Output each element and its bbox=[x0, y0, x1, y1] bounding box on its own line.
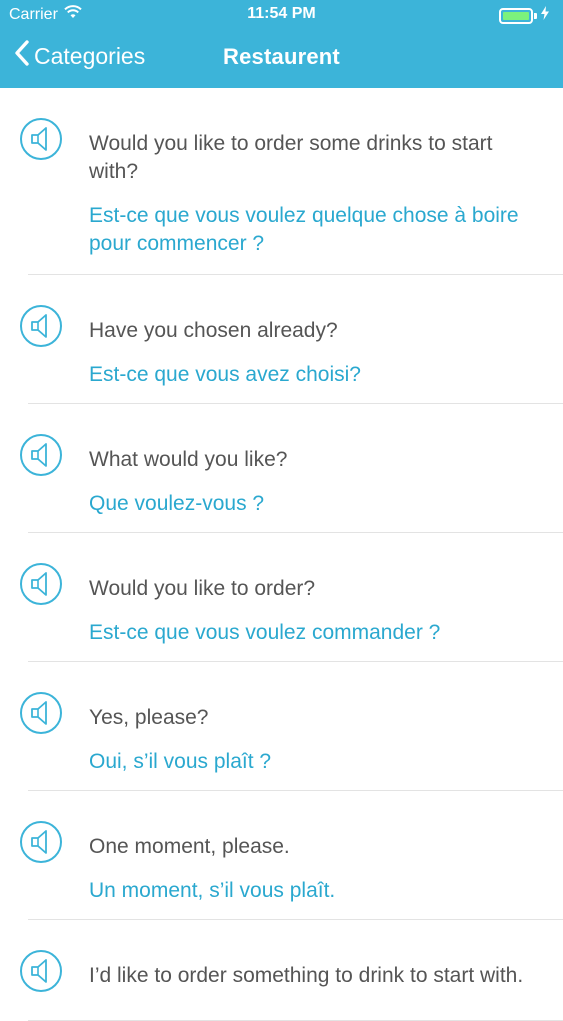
french-phrase: Est-ce que vous voulez commander ? bbox=[89, 621, 441, 644]
english-phrase: Would you like to order some drinks to s… bbox=[89, 132, 493, 183]
english-phrase: Have you chosen already? bbox=[89, 319, 338, 342]
english-phrase: What would you like? bbox=[89, 448, 288, 471]
phrase-content: Would you like to order? Est-ce que vous … bbox=[28, 575, 543, 647]
english-phrase: I’d like to order something to drink to … bbox=[89, 964, 524, 987]
french-phrase: Est-ce que vous voulez quelque chose à b… bbox=[89, 204, 519, 255]
page-title: Restaurent bbox=[223, 44, 340, 69]
english-phrase: Yes, please? bbox=[89, 706, 209, 729]
phrase-content: One moment, please. Un moment, s’il vous … bbox=[28, 833, 543, 905]
french-phrase: Oui, s’il vous plaît ? bbox=[89, 750, 272, 773]
phrase-content: Would you like to order some drinks to s… bbox=[28, 130, 543, 258]
phrase-row[interactable]: What would you like? Que voulez-vous ? bbox=[20, 404, 563, 533]
phrase-content: What would you like? Que voulez-vous ? bbox=[28, 446, 543, 518]
status-time: 11:54 PM bbox=[247, 5, 316, 22]
battery-fill bbox=[503, 11, 529, 20]
phrase-content: Have you chosen already? Est-ce que vous … bbox=[28, 317, 543, 389]
status-bar: Carrier 11:54 PM bbox=[0, 0, 563, 30]
phrase-row[interactable]: Yes, please? Oui, s’il vous plaît ? bbox=[20, 662, 563, 791]
phrase-row[interactable]: Have you chosen already? Est-ce que vous … bbox=[20, 275, 563, 404]
phrase-row[interactable]: One moment, please. Un moment, s’il vous … bbox=[20, 791, 563, 920]
phrase-row[interactable]: I’d like to order something to drink to … bbox=[20, 920, 563, 1021]
phrase-list: Would you like to order some drinks to s… bbox=[0, 88, 563, 1021]
english-phrase: One moment, please. bbox=[89, 835, 290, 858]
english-phrase: Would you like to order? bbox=[89, 577, 316, 600]
phrase-content: Yes, please? Oui, s’il vous plaît ? bbox=[28, 704, 543, 776]
app-header: Carrier 11:54 PM Categories Restaurent bbox=[0, 0, 563, 88]
battery-indicator bbox=[499, 6, 549, 25]
french-phrase: Est-ce que vous avez choisi? bbox=[89, 363, 361, 386]
phrase-row[interactable]: Would you like to order? Est-ce que vous … bbox=[20, 533, 563, 662]
phrase-content: I’d like to order something to drink to … bbox=[28, 962, 543, 1006]
phrase-row[interactable]: Would you like to order some drinks to s… bbox=[20, 88, 563, 275]
battery-icon bbox=[499, 7, 533, 24]
french-phrase: Que voulez-vous ? bbox=[89, 492, 265, 515]
french-phrase: Un moment, s’il vous plaît. bbox=[89, 879, 336, 902]
battery-tip bbox=[534, 12, 537, 19]
navigation-bar: Categories Restaurent bbox=[0, 30, 563, 88]
charging-bolt-icon bbox=[541, 6, 549, 25]
